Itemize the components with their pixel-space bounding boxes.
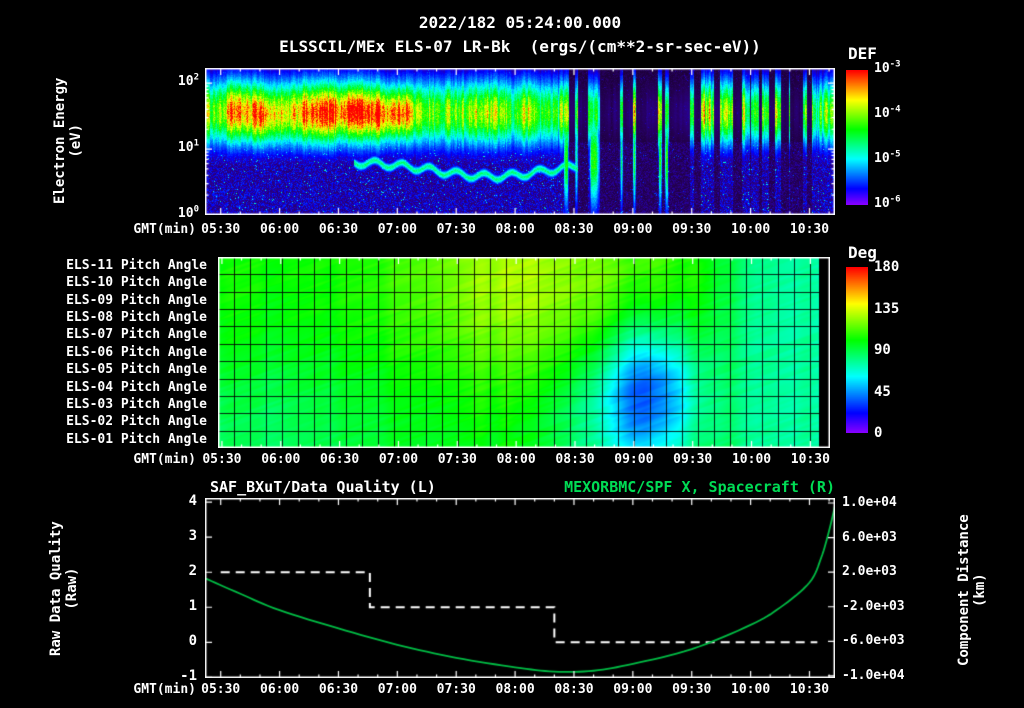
quality-spacecraft-canvas <box>205 498 835 678</box>
time-tick-label: 09:30 <box>673 452 713 467</box>
time-tick-label: 10:30 <box>789 682 830 697</box>
time-tick-label: 07:00 <box>377 682 417 697</box>
pitch-row-label: ELS-01 Pitch Angle <box>66 431 207 447</box>
time-tick-label: 06:00 <box>261 452 301 467</box>
time-tick-label: 05:30 <box>202 452 242 467</box>
distance-tick-label: 2.0e+03 <box>842 564 897 580</box>
quality-tick-label: 1 <box>188 598 197 615</box>
time-tick-label: 06:30 <box>318 222 359 237</box>
line-panel-left-axis-label: Raw Data Quality (Raw) <box>48 521 80 656</box>
def-colorbar-tick-label: 10-5 <box>874 149 901 166</box>
time-tick-label: 10:00 <box>731 222 771 237</box>
distance-tick-label: 1.0e+04 <box>842 495 897 510</box>
deg-colorbar-tick-label: 180 <box>874 259 900 275</box>
deg-colorbar <box>846 267 868 433</box>
time-tick-label: 06:30 <box>320 452 360 467</box>
pitch-row-label: ELS-02 Pitch Angle <box>66 414 207 430</box>
def-colorbar-title: DEF <box>848 44 877 63</box>
time-tick-label: 09:00 <box>613 222 653 237</box>
time-tick-label: 10:00 <box>731 682 771 697</box>
time-tick-label: 08:00 <box>495 222 535 237</box>
distance-tick-label: -1.0e+04 <box>842 667 905 683</box>
def-colorbar-tick-label: 10-3 <box>874 59 901 76</box>
distance-tick-label: -2.0e+03 <box>842 598 905 614</box>
time-tick-label: 07:00 <box>378 452 419 467</box>
line-panel-right-axis-label: Component Distance (km) <box>956 514 988 666</box>
gmt-axis-label-middle: GMT(min) <box>133 452 196 467</box>
quality-tick-label: -1 <box>180 668 197 685</box>
time-tick-label: 06:00 <box>260 682 300 697</box>
pitch-angle-canvas <box>218 257 830 448</box>
distance-tick-label: 6.0e+03 <box>842 529 897 545</box>
time-tick-label: 06:30 <box>318 682 359 697</box>
spectrogram-title: ELSSCIL/MEx ELS-07 LR-Bk (ergs/(cm**2-sr… <box>279 37 761 56</box>
time-tick-label: 05:30 <box>201 222 241 237</box>
pitch-row-label: ELS-08 Pitch Angle <box>66 310 207 326</box>
quality-tick-label: 0 <box>188 633 197 650</box>
pitch-row-label: ELS-09 Pitch Angle <box>66 292 207 308</box>
deg-colorbar-tick-label: 135 <box>874 300 900 317</box>
gmt-axis-label-top: GMT(min) <box>133 222 196 237</box>
pitch-row-label: ELS-06 Pitch Angle <box>66 344 207 360</box>
time-tick-label: 08:30 <box>554 682 594 697</box>
time-tick-label: 05:30 <box>201 682 241 697</box>
time-tick-label: 09:30 <box>672 222 712 237</box>
time-tick-label: 09:00 <box>614 452 654 467</box>
def-colorbar-tick-label: 10-6 <box>874 194 901 211</box>
pitch-row-label: ELS-03 Pitch Angle <box>66 396 207 412</box>
time-tick-label: 09:00 <box>613 682 653 697</box>
def-colorbar-tick-label: 10-4 <box>874 104 901 121</box>
deg-colorbar-tick-label: 90 <box>874 342 891 358</box>
time-tick-label: 07:30 <box>436 682 476 697</box>
time-tick-label: 10:30 <box>789 222 830 237</box>
quality-tick-label: 2 <box>188 563 197 580</box>
pitch-row-label: ELS-10 Pitch Angle <box>66 275 207 291</box>
time-tick-label: 07:30 <box>436 222 476 237</box>
time-tick-label: 07:30 <box>437 452 477 467</box>
page-title: 2022/182 05:24:00.000 <box>418 13 622 32</box>
distance-tick-label: -6.0e+03 <box>842 633 905 649</box>
time-tick-label: 06:00 <box>260 222 300 237</box>
time-tick-label: 08:30 <box>554 222 594 237</box>
time-tick-label: 08:30 <box>555 452 595 467</box>
energy-tick-label: 102 <box>177 72 199 90</box>
energy-tick-label: 101 <box>177 138 199 156</box>
plot-page: { "header": { "title": "2022/182 05:24:0… <box>0 0 1024 708</box>
time-tick-label: 08:00 <box>496 452 536 467</box>
deg-colorbar-title: Deg <box>848 243 877 262</box>
time-tick-label: 10:30 <box>790 452 830 467</box>
pitch-row-labels: ELS-11 Pitch Angle ELS-10 Pitch Angle ELS-… <box>40 257 207 448</box>
pitch-row-label: ELS-04 Pitch Angle <box>66 379 207 395</box>
deg-colorbar-tick-label: 0 <box>874 425 883 441</box>
pitch-row-label: ELS-05 Pitch Angle <box>66 362 207 378</box>
time-tick-label: 08:00 <box>495 682 535 697</box>
quality-tick-label: 3 <box>188 528 197 545</box>
quality-tick-label: 4 <box>188 493 197 510</box>
energy-tick-label: 100 <box>177 204 199 221</box>
line-panel-left-title: SAF_BXuT/Data Quality (L) <box>210 478 436 496</box>
time-tick-label: 10:00 <box>731 452 772 467</box>
pitch-row-label: ELS-11 Pitch Angle <box>66 258 207 273</box>
time-tick-label: 09:30 <box>672 682 712 697</box>
def-colorbar <box>846 70 868 205</box>
time-tick-label: 07:00 <box>377 222 417 237</box>
electron-spectrogram-canvas <box>205 68 835 215</box>
spectrogram-y-axis-label: Electron Energy (eV) <box>52 77 84 204</box>
line-panel-right-title: MEXORBMC/SPF X, Spacecraft (R) <box>564 478 835 496</box>
pitch-row-label: ELS-07 Pitch Angle <box>66 327 207 343</box>
deg-colorbar-tick-label: 45 <box>874 383 891 400</box>
